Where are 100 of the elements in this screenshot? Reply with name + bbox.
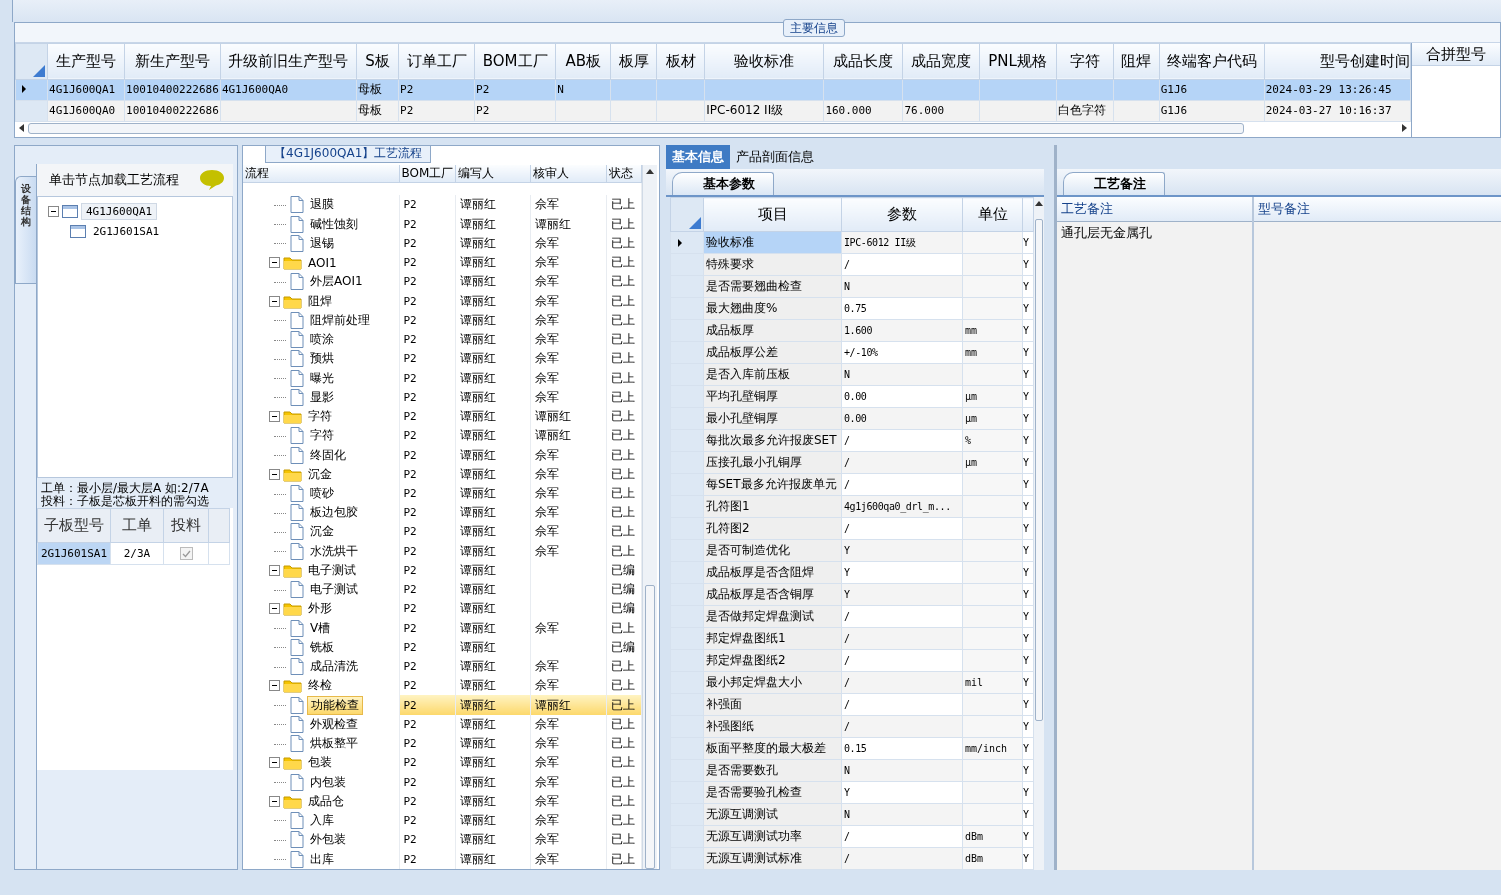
column-header[interactable]: PNL规格 [979, 43, 1057, 80]
column-header[interactable]: 型号创建时间 [1264, 43, 1411, 80]
tree-node[interactable]: AOI1 [305, 255, 340, 270]
collapse-icon[interactable] [269, 411, 280, 423]
tree-node[interactable]: 成品仓 [305, 792, 347, 810]
tree-node[interactable]: 终检 [305, 677, 335, 695]
column-header[interactable]: 成品宽度 [902, 43, 979, 80]
column-header[interactable]: 参数 [841, 197, 963, 232]
tree-node[interactable]: 退锡 [307, 234, 337, 252]
column-header[interactable]: 板厚 [610, 43, 657, 80]
tree-node[interactable]: 电子测试 [305, 561, 359, 579]
tree-node[interactable]: 阻焊前处理 [307, 311, 373, 329]
collapse-icon[interactable] [269, 757, 280, 769]
tree-node[interactable]: 水洗烘干 [307, 542, 361, 560]
tree-node[interactable]: 喷涂 [307, 331, 337, 349]
table-cell: Y [1022, 297, 1034, 320]
table-cell: Y [1022, 407, 1034, 430]
column-header[interactable]: 阻焊 [1113, 43, 1160, 80]
column-header[interactable]: 投料 [163, 508, 209, 543]
tree-node[interactable]: 入库 [307, 812, 337, 829]
vertical-scrollbar[interactable] [1034, 197, 1044, 870]
collapse-icon[interactable] [48, 205, 59, 217]
scroll-thumb[interactable] [1035, 219, 1043, 721]
tree-node[interactable]: 碱性蚀刻 [307, 215, 361, 233]
column-header[interactable]: 子板型号 [37, 508, 111, 543]
tree-node[interactable]: 沉金 [305, 465, 335, 483]
tree-node[interactable]: 铣板 [307, 638, 337, 656]
tree-node[interactable]: 出库 [307, 850, 337, 868]
column-header[interactable]: AB板 [555, 43, 611, 80]
tree-node[interactable]: 字符 [305, 408, 335, 426]
column-header[interactable]: 字符 [1056, 43, 1114, 80]
tree-node[interactable]: 曝光 [307, 369, 337, 387]
tab[interactable]: 产品剖面信息 [730, 145, 820, 169]
tree-node[interactable]: 成品清洗 [307, 658, 361, 676]
tree-node[interactable]: 退膜 [307, 196, 337, 214]
tree-node[interactable]: 显影 [307, 388, 337, 406]
row-header[interactable] [15, 79, 48, 101]
table-cell: 谭丽红 [455, 483, 530, 504]
column-header[interactable]: 工艺备注 [1057, 197, 1252, 222]
column-header[interactable]: 升级前旧生产型号 [220, 43, 357, 80]
tab[interactable]: 工艺备注 [1063, 172, 1165, 195]
column-header[interactable]: 状态 [606, 165, 641, 183]
scroll-up-icon[interactable] [1035, 201, 1043, 206]
tree-node[interactable]: 外观检查 [307, 715, 361, 733]
tree-node[interactable]: 外包装 [307, 831, 349, 849]
column-header[interactable]: 项目 [703, 197, 842, 232]
column-header[interactable]: 型号备注 [1254, 197, 1501, 222]
tree-node[interactable]: 4G1J600QA1 [81, 202, 158, 220]
scroll-up-icon[interactable] [645, 169, 654, 174]
tree-node[interactable]: 2G1J601SA1 [89, 223, 164, 239]
column-header[interactable]: 新生产型号 [124, 43, 221, 80]
collapse-icon[interactable] [269, 603, 280, 615]
tree-node[interactable]: 板边包胶 [307, 504, 361, 522]
tab[interactable]: 基本参数 [672, 172, 774, 195]
tree-node[interactable]: 烘板整平 [307, 735, 361, 753]
scroll-right-icon[interactable] [1402, 124, 1407, 133]
table-cell: P2 [399, 368, 455, 388]
table-cell: P2 [399, 291, 455, 311]
tree-node[interactable]: 字符 [307, 427, 337, 445]
column-header[interactable]: 板材 [656, 43, 705, 80]
row-header[interactable] [670, 231, 704, 254]
tree-node[interactable]: 外层AOI1 [307, 273, 366, 291]
tree-node[interactable]: 外形 [305, 600, 335, 618]
table-cell: 佘军 [530, 791, 606, 811]
tree-node[interactable]: 喷砂 [307, 485, 337, 502]
tree-node[interactable]: 终固化 [307, 446, 349, 464]
collapse-icon[interactable] [269, 257, 280, 269]
column-header[interactable]: 合拼型号 [1412, 42, 1500, 66]
tree-node[interactable]: 预烘 [307, 350, 337, 368]
column-header[interactable]: 核审人 [530, 165, 606, 183]
scroll-thumb[interactable] [644, 585, 655, 869]
column-header[interactable]: 生产型号 [47, 43, 125, 80]
checkbox[interactable] [179, 547, 193, 561]
collapse-icon[interactable] [269, 795, 280, 807]
tree-node[interactable]: V槽 [307, 619, 334, 637]
column-header[interactable]: 成品长度 [823, 43, 903, 80]
column-header[interactable]: 订单工厂 [398, 43, 475, 80]
column-header[interactable]: S板 [356, 43, 399, 80]
tree-node[interactable]: 功能检查 [307, 695, 363, 715]
tree-node[interactable]: 沉金 [307, 523, 337, 541]
collapse-icon[interactable] [269, 468, 280, 480]
table-cell: Y [1022, 539, 1034, 562]
column-header[interactable]: 流程 [243, 165, 399, 183]
side-tab[interactable]: 设备结构 [15, 176, 36, 284]
table-cell: Y [1022, 605, 1034, 628]
column-header[interactable]: BOM工厂 [399, 165, 455, 183]
column-header[interactable]: 编写人 [455, 165, 530, 183]
column-header[interactable]: BOM工厂 [474, 43, 556, 80]
column-header[interactable]: 终端客户代码 [1159, 43, 1265, 80]
column-header[interactable]: 工单 [110, 508, 164, 543]
tree-node[interactable]: 阻焊 [305, 292, 335, 310]
tree-node[interactable]: 内包装 [307, 773, 349, 791]
collapse-icon[interactable] [269, 680, 280, 692]
collapse-icon[interactable] [269, 564, 280, 576]
tree-node[interactable]: 电子测试 [307, 581, 361, 599]
tab[interactable]: 基本信息 [666, 145, 730, 169]
column-header[interactable]: 单位 [962, 197, 1023, 232]
collapse-icon[interactable] [269, 295, 280, 307]
tree-node[interactable]: 包装 [305, 754, 335, 772]
column-header[interactable]: 验收标准 [704, 43, 824, 80]
